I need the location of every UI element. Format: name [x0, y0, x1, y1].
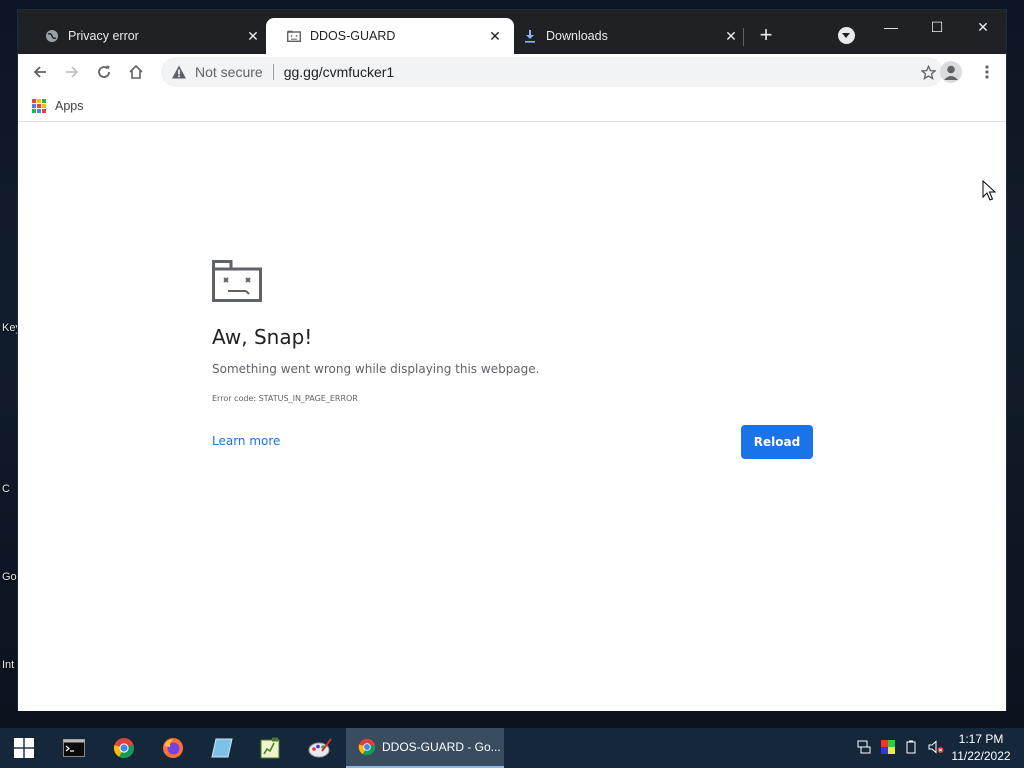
mouse-cursor-icon	[982, 179, 997, 207]
back-icon[interactable]	[28, 60, 52, 84]
security-label[interactable]: Not secure	[195, 64, 263, 80]
learn-more-link[interactable]: Learn more	[212, 434, 280, 448]
sad-page-icon	[286, 28, 302, 44]
close-window-button[interactable]: ✕	[960, 16, 1006, 38]
apps-label: Apps	[55, 99, 84, 113]
desktop-icon-label[interactable]: Int	[2, 659, 18, 671]
sad-tab-icon	[212, 260, 262, 302]
tab-search-icon[interactable]	[838, 27, 855, 44]
address-bar[interactable]: Not secure gg.gg/cvmfucker1	[161, 57, 943, 87]
firefox-icon[interactable]	[159, 734, 187, 762]
taskbar-active-chrome-window[interactable]: DDOS-GUARD - Go...	[346, 728, 504, 768]
toolbar: Not secure gg.gg/cvmfucker1	[18, 54, 1006, 90]
network-icon[interactable]	[857, 740, 871, 754]
bookmark-apps[interactable]: Apps	[32, 96, 84, 116]
volume-muted-icon[interactable]	[928, 740, 944, 754]
tab-downloads[interactable]: Downloads ✕	[502, 18, 750, 54]
notes-app-icon[interactable]	[208, 734, 236, 762]
tab-title: Downloads	[546, 29, 608, 43]
taskbar: DDOS-GUARD - Go... 1:17 PM 11/22/2022	[0, 728, 1024, 768]
minimize-button[interactable]: —	[868, 16, 914, 38]
clock-date: 11/22/2022	[951, 749, 1011, 763]
tab-title: Privacy error	[68, 29, 139, 43]
more-menu-icon[interactable]	[975, 60, 999, 84]
forward-icon[interactable]	[60, 60, 84, 84]
bookmark-star-icon[interactable]	[913, 57, 943, 87]
download-icon	[522, 28, 538, 44]
close-tab-icon[interactable]: ✕	[244, 27, 262, 45]
desktop-icon-label[interactable]: C	[2, 483, 18, 495]
error-title: Aw, Snap!	[212, 325, 313, 349]
profile-avatar-icon[interactable]	[940, 61, 962, 83]
clock-time: 1:17 PM	[958, 732, 1004, 746]
chrome-icon	[358, 738, 376, 756]
omnibox-divider	[272, 64, 274, 80]
close-tab-icon[interactable]: ✕	[722, 27, 740, 45]
spreadsheet-app-icon[interactable]	[256, 734, 284, 762]
battery-icon[interactable]	[906, 740, 920, 754]
taskbar-app-title: DDOS-GUARD - Go...	[382, 740, 501, 754]
tab-ddos-guard[interactable]: DDOS-GUARD ✕	[266, 18, 514, 54]
tab-privacy-error[interactable]: Privacy error ✕	[24, 18, 272, 54]
desktop-icon-label[interactable]: Key	[2, 322, 18, 334]
home-icon[interactable]	[124, 60, 148, 84]
tab-title: DDOS-GUARD	[310, 29, 396, 43]
desktop-icon-label[interactable]: Go	[2, 571, 18, 583]
maximize-button[interactable]: ☐	[914, 16, 960, 38]
page-content: Aw, Snap! Something went wrong while dis…	[18, 123, 1006, 711]
system-clock[interactable]: 1:17 PM 11/22/2022	[946, 731, 1016, 765]
start-windows-icon[interactable]	[10, 734, 38, 762]
refresh-icon[interactable]	[92, 60, 116, 84]
tab-separator	[743, 28, 744, 46]
error-code: Error code: STATUS_IN_PAGE_ERROR	[212, 394, 358, 403]
warning-icon[interactable]	[171, 64, 187, 80]
paint-app-icon[interactable]	[306, 734, 334, 762]
browser-window: Privacy error ✕ DDOS-GUARD ✕ Downloads ✕…	[17, 9, 1007, 711]
url-text[interactable]: gg.gg/cvmfucker1	[284, 64, 913, 80]
chrome-icon[interactable]	[110, 734, 138, 762]
globe-icon	[44, 28, 60, 44]
color-app-tray-icon[interactable]	[881, 740, 895, 754]
apps-grid-icon	[32, 99, 46, 113]
new-tab-button[interactable]: +	[756, 24, 776, 46]
reload-button[interactable]: Reload	[741, 425, 813, 459]
command-prompt-icon[interactable]	[60, 734, 88, 762]
tab-strip: Privacy error ✕ DDOS-GUARD ✕ Downloads ✕…	[18, 10, 1006, 54]
error-message: Something went wrong while displaying th…	[212, 362, 540, 376]
bookmarks-bar: Apps	[18, 90, 1006, 122]
